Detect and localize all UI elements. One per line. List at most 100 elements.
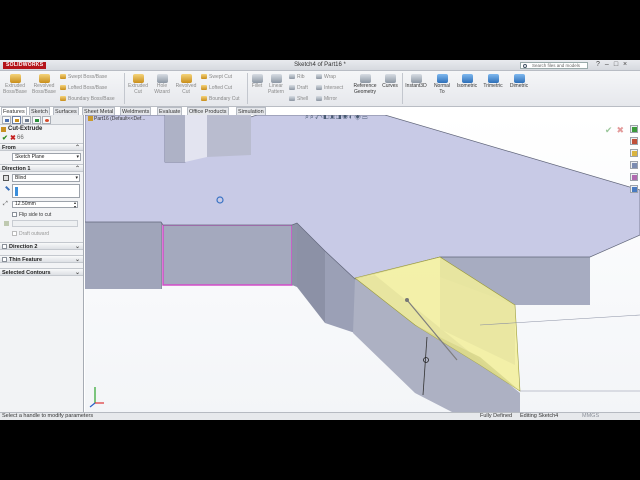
from-select[interactable]: Sketch Plane ▾: [12, 153, 81, 161]
tab-simulation[interactable]: Simulation: [236, 107, 266, 115]
task-pane-explorer-tab[interactable]: [630, 149, 638, 157]
drag-handle[interactable]: [405, 298, 409, 302]
flyout-tree[interactable]: Part16 (Default<<Def...: [88, 116, 145, 122]
task-pane-appearances-tab[interactable]: [630, 173, 638, 181]
normal-to-icon: [436, 74, 448, 83]
direction1-group-header[interactable]: Direction 1 ⌃: [0, 164, 83, 172]
task-pane-design-library-tab[interactable]: [630, 137, 638, 145]
draft-outward-checkbox: Draft outward: [2, 230, 81, 239]
chevron-down-icon: ▾: [76, 154, 79, 160]
linear-pattern-icon: [270, 74, 282, 83]
hole-wizard-button[interactable]: Hole Wizard: [151, 74, 173, 95]
configuration-manager-tab[interactable]: [22, 116, 31, 124]
tab-sketch[interactable]: Sketch: [29, 107, 50, 115]
dimetric-button[interactable]: Dimetric: [506, 74, 532, 90]
triad-z-axis: [89, 402, 96, 408]
mirror-icon: [316, 96, 322, 101]
swept-cut-button[interactable]: Swept Cut: [201, 74, 232, 80]
normal-to-button[interactable]: Normal To: [431, 74, 453, 95]
draft-button[interactable]: Draft: [289, 85, 308, 91]
curves-button[interactable]: Curves: [380, 74, 400, 90]
thin-feature-checkbox[interactable]: [2, 257, 7, 262]
confirm-cancel-icon[interactable]: ✖: [616, 125, 624, 135]
confirm-check-icon[interactable]: ✔: [605, 125, 613, 135]
end-condition-select[interactable]: Blind ▾: [12, 174, 80, 182]
maximize-button[interactable]: □: [614, 61, 623, 68]
selected-contours-group-header[interactable]: Selected Contours ⌄: [0, 268, 83, 276]
tab-office-products[interactable]: Office Products: [187, 107, 229, 115]
scene-icon[interactable]: ◈: [354, 115, 362, 121]
fillet-button[interactable]: Fillet: [249, 74, 265, 90]
cancel-x-button[interactable]: ✖: [10, 134, 16, 142]
revolved-cut-button[interactable]: Revolved Cut: [173, 74, 199, 95]
revolved-boss-button[interactable]: Revolved Boss/Base: [29, 74, 59, 95]
selected-face[interactable]: [162, 224, 293, 286]
manager-tabs: [0, 115, 83, 125]
property-icon: [15, 119, 19, 122]
ok-check-button[interactable]: ✔: [2, 134, 8, 142]
display-manager-tab[interactable]: [42, 116, 51, 124]
task-pane-resources-tab[interactable]: [630, 125, 638, 133]
search-input[interactable]: Search files and models: [520, 62, 588, 69]
dimetric-icon: [513, 74, 525, 83]
tab-evaluate[interactable]: Evaluate: [157, 107, 183, 115]
boundary-cut-icon: [201, 96, 207, 101]
thin-feature-group-header[interactable]: Thin Feature ⌄: [0, 255, 83, 263]
depth-input[interactable]: 12.50mm ▴ ▾: [12, 201, 78, 208]
swept-boss-icon: [60, 74, 66, 79]
reference-geometry-button[interactable]: Reference Geometry: [350, 74, 380, 95]
instant3d-icon: [410, 74, 422, 83]
feature-manager-tab[interactable]: [2, 116, 11, 124]
instant3d-button[interactable]: Instant3D: [403, 74, 429, 90]
extruded-cut-button[interactable]: Extruded Cut: [126, 74, 150, 95]
detail-preview-button[interactable]: 66: [17, 135, 24, 141]
tab-weldments[interactable]: Weldments: [120, 107, 152, 115]
swept-boss-button[interactable]: Swept Boss/Base: [60, 74, 107, 80]
extruded-boss-button[interactable]: Extruded Boss/Base: [2, 74, 28, 95]
help-button[interactable]: ?: [596, 61, 605, 68]
selection-highlight: [15, 187, 18, 196]
slot-face[interactable]: [185, 115, 207, 162]
isometric-button[interactable]: Isometric: [454, 74, 480, 90]
tab-sheet-metal[interactable]: Sheet Metal: [82, 107, 116, 115]
property-manager-tab[interactable]: [12, 116, 21, 124]
direction2-group-header[interactable]: Direction 2 ⌄: [0, 242, 83, 250]
confirmation-corner: ✔ ✖: [605, 125, 624, 136]
unit-system[interactable]: MMGS: [582, 413, 599, 420]
linear-pattern-button[interactable]: Linear Pattern: [265, 74, 287, 95]
dimxpert-icon: [35, 119, 39, 122]
dimxpert-tab[interactable]: [32, 116, 41, 124]
window-controls: ?–□×: [596, 61, 632, 68]
intersect-button[interactable]: Intersect: [316, 85, 343, 91]
spin-arrows-icon[interactable]: ▴ ▾: [74, 201, 76, 209]
reverse-direction-icon[interactable]: [3, 175, 9, 181]
direction-selection-box[interactable]: [12, 184, 80, 198]
tab-features[interactable]: Features: [1, 107, 27, 115]
tab-surfaces[interactable]: Surfaces: [53, 107, 79, 115]
rib-icon: [289, 74, 295, 79]
task-pane-custom-properties-tab[interactable]: [630, 185, 638, 193]
boundary-boss-button[interactable]: Boundary Boss/Base: [60, 96, 115, 102]
task-pane-view-palette-tab[interactable]: [630, 161, 638, 169]
close-button[interactable]: ×: [623, 61, 632, 68]
command-manager: Extruded Boss/Base Revolved Boss/Base Sw…: [0, 71, 640, 107]
rib-button[interactable]: Rib: [289, 74, 305, 80]
mirror-button[interactable]: Mirror: [316, 96, 337, 102]
minimize-button[interactable]: –: [605, 61, 614, 68]
direction2-checkbox[interactable]: [2, 244, 7, 249]
boundary-cut-button[interactable]: Boundary Cut: [201, 96, 240, 102]
shell-button[interactable]: Shell: [289, 96, 308, 102]
lofted-boss-button[interactable]: Lofted Boss/Base: [60, 85, 107, 91]
direction-arrow-icon: [2, 185, 11, 194]
graphics-area[interactable]: Part16 (Default<<Def... ⌕⌕↶◧▣◨◉◐◈▭ ✔ ✖: [85, 115, 640, 413]
part-model[interactable]: [85, 115, 640, 413]
front-left-face[interactable]: [85, 222, 161, 289]
trimetric-button[interactable]: Trimetric: [480, 74, 506, 90]
from-group-header[interactable]: From ⌃: [0, 143, 83, 151]
lofted-cut-button[interactable]: Lofted Cut: [201, 85, 232, 91]
flip-side-checkbox[interactable]: Flip side to cut: [2, 211, 81, 220]
wrap-button[interactable]: Wrap: [316, 74, 336, 80]
shell-icon: [289, 96, 295, 101]
view-settings-icon[interactable]: ▭: [362, 115, 368, 121]
ribbon-divider: [247, 73, 248, 104]
